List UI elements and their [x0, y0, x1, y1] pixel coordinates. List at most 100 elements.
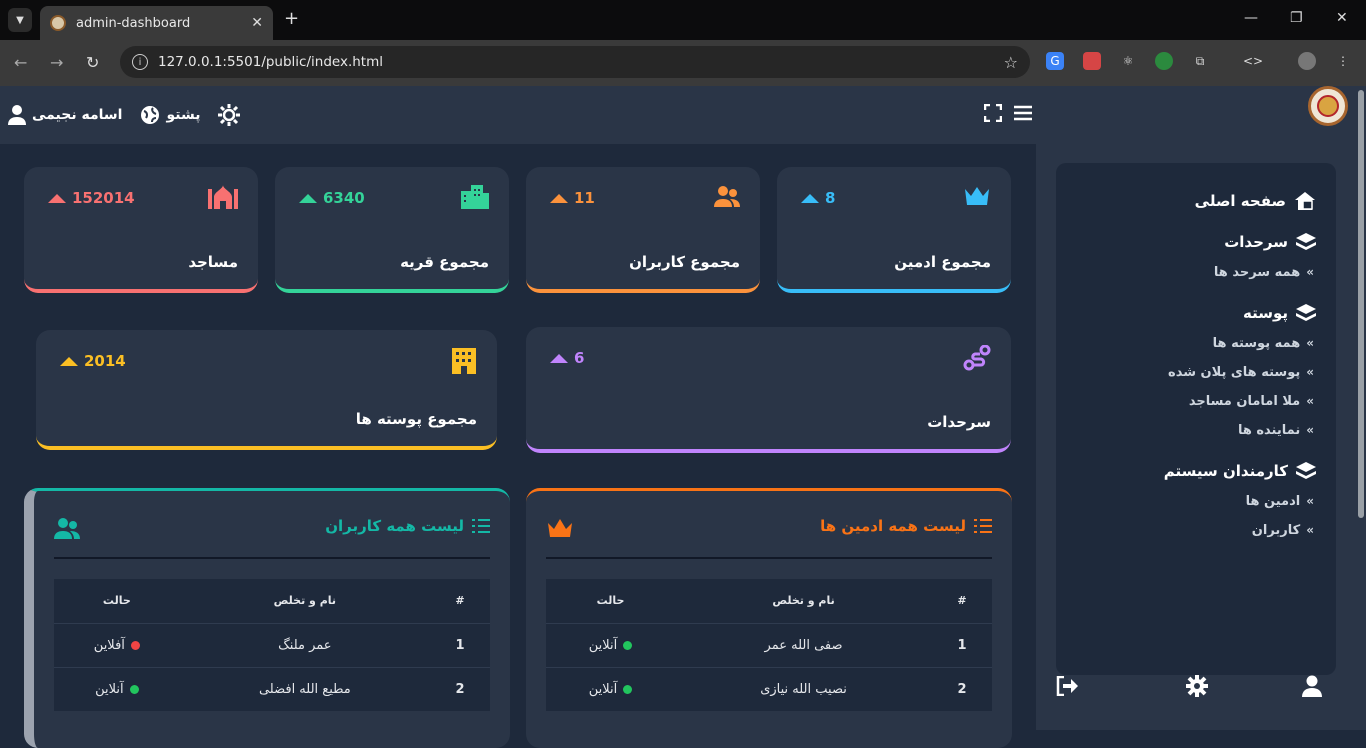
- stat-title: مجموع قریه: [400, 253, 489, 271]
- minimize-icon[interactable]: —: [1244, 10, 1258, 26]
- status-label: آنلاین: [95, 681, 124, 697]
- browser-tab[interactable]: admin-dashboard ✕: [40, 6, 273, 40]
- hamburger-menu-icon[interactable]: [1014, 104, 1032, 122]
- column-header: حالت: [546, 579, 676, 623]
- row-number: 2: [932, 666, 992, 711]
- building-icon: [451, 348, 477, 378]
- table-row[interactable]: 1 عمر ملنگ آفلاین: [54, 622, 490, 667]
- bookmark-star-icon[interactable]: ☆: [1004, 53, 1018, 72]
- page-scrollbar[interactable]: [1356, 86, 1366, 730]
- sidebar-subitem-label: همه پوسته ها: [1212, 336, 1301, 351]
- stat-number: 6: [574, 349, 585, 367]
- stat-number: 152014: [72, 189, 135, 207]
- status-label: آنلاین: [588, 681, 618, 697]
- url-field[interactable]: i 127.0.0.1:5501/public/index.html ☆: [120, 46, 1030, 78]
- fullscreen-icon[interactable]: [984, 104, 1002, 122]
- row-status: آنلاین: [546, 666, 676, 711]
- stat-value: 6340: [299, 189, 365, 207]
- user-profile[interactable]: اسامه نجیمی: [8, 105, 122, 125]
- maximize-icon[interactable]: ❐: [1290, 10, 1303, 26]
- new-tab-button[interactable]: +: [284, 8, 299, 29]
- table-row[interactable]: 2 نصیب الله نیازی آنلاین: [546, 666, 992, 711]
- row-status: آنلاین: [546, 622, 676, 667]
- user-icon[interactable]: [1302, 675, 1322, 697]
- app-root: اسامه نجیمی پشتو صفحه اصلی سرحدات » همه سر…: [0, 86, 1366, 748]
- stat-title: مجموع کاربران: [629, 253, 740, 271]
- list-icon: [472, 519, 490, 533]
- reload-icon[interactable]: ↻: [86, 53, 99, 72]
- address-bar-row: ← → ↻ i 127.0.0.1:5501/public/index.html…: [0, 40, 1366, 86]
- sidebar-section-1[interactable]: پوسته: [1076, 304, 1316, 322]
- translate-extension-icon[interactable]: G: [1046, 52, 1064, 70]
- status-dot-icon: [129, 684, 139, 694]
- row-status: آنلاین: [54, 666, 180, 711]
- sun-icon: [218, 104, 241, 126]
- stat-number: 8: [825, 189, 836, 207]
- sidebar-subitem[interactable]: » پوسته های پلان شده: [1076, 365, 1316, 380]
- profile-avatar-icon[interactable]: [1298, 52, 1316, 70]
- stat-card[interactable]: 2014 مجموع پوسته ها: [36, 330, 497, 450]
- mosque-icon: [208, 185, 238, 213]
- stat-value: 11: [550, 189, 595, 207]
- table-row[interactable]: 1 صفی الله عمر آنلاین: [546, 622, 992, 667]
- trend-up-icon: [801, 193, 819, 203]
- table-row[interactable]: 2 مطیع الله افضلی آنلاین: [54, 666, 490, 711]
- double-chevron-icon: »: [1306, 336, 1314, 350]
- stat-title: مساجد: [188, 253, 238, 271]
- row-number: 1: [932, 622, 992, 667]
- route-icon: [963, 344, 991, 375]
- sidebar-subitem[interactable]: » نماینده ها: [1076, 423, 1316, 438]
- sidebar-subitem-label: کاربران: [1251, 523, 1301, 538]
- users-list-title: لیست همه کاربران: [325, 517, 490, 535]
- stat-number: 2014: [84, 352, 126, 370]
- stat-card[interactable]: 6340 مجموع قریه: [275, 167, 509, 293]
- theme-toggle[interactable]: [218, 104, 241, 126]
- logout-icon[interactable]: [1056, 676, 1078, 696]
- color-extension-icon[interactable]: [1155, 52, 1173, 70]
- stat-value: 2014: [60, 352, 126, 370]
- back-icon[interactable]: ←: [14, 53, 27, 72]
- extensions-puzzle-icon[interactable]: ⧉: [1191, 52, 1209, 70]
- sidebar-subitem[interactable]: » ادمین ها: [1076, 494, 1316, 509]
- tab-search-button[interactable]: ▼: [8, 8, 32, 32]
- double-chevron-icon: »: [1306, 423, 1314, 437]
- stat-value: 6: [550, 349, 584, 367]
- column-header: نام و تخلص: [179, 579, 430, 623]
- stat-card[interactable]: 8 مجموع ادمین: [777, 167, 1011, 293]
- row-name: صفی الله عمر: [675, 622, 932, 667]
- sidebar-section-label: کارمندان سیستم: [1163, 462, 1288, 480]
- stat-card[interactable]: 152014 مساجد: [24, 167, 258, 293]
- forward-icon[interactable]: →: [50, 53, 63, 72]
- sidebar-section-0[interactable]: سرحدات: [1076, 233, 1316, 251]
- browser-menu-icon[interactable]: ⋮: [1334, 52, 1352, 70]
- sidebar-subitem[interactable]: » همه پوسته ها: [1076, 336, 1316, 351]
- sidebar-item-home[interactable]: صفحه اصلی: [1076, 191, 1316, 211]
- sidebar-subitem[interactable]: » کاربران: [1076, 523, 1316, 538]
- sidebar-section-label: سرحدات: [1224, 233, 1288, 251]
- language-label: پشتو: [166, 107, 201, 123]
- users-icon: [54, 518, 80, 539]
- stat-title: مجموع پوسته ها: [355, 410, 477, 428]
- language-switcher[interactable]: پشتو: [140, 105, 200, 125]
- users-icon: [714, 185, 740, 211]
- sidebar-subitem[interactable]: » ملا امامان مساجد: [1076, 394, 1316, 409]
- settings-gear-icon[interactable]: [1186, 675, 1208, 697]
- devtools-code-icon[interactable]: <>: [1243, 52, 1263, 70]
- admins-list-title: لیست همه ادمین ها: [820, 517, 992, 535]
- close-window-icon[interactable]: ✕: [1336, 10, 1348, 26]
- stat-card[interactable]: 11 مجموع کاربران: [526, 167, 760, 293]
- extension-icon[interactable]: [1083, 52, 1101, 70]
- double-chevron-icon: »: [1306, 394, 1314, 408]
- home-icon: [1295, 192, 1315, 210]
- row-name: عمر ملنگ: [179, 622, 430, 667]
- users-list-label: لیست همه کاربران: [325, 517, 464, 535]
- row-name: مطیع الله افضلی: [179, 666, 430, 711]
- react-devtools-icon[interactable]: ⚛: [1119, 52, 1137, 70]
- site-info-icon[interactable]: i: [132, 54, 148, 70]
- tab-title: admin-dashboard: [76, 15, 191, 31]
- sidebar-section-2[interactable]: کارمندان سیستم: [1076, 462, 1316, 480]
- user-icon: [8, 105, 26, 125]
- sidebar-subitem[interactable]: » همه سرحد ها: [1076, 265, 1316, 280]
- close-tab-icon[interactable]: ✕: [251, 15, 263, 31]
- stat-card[interactable]: 6 سرحدات: [526, 327, 1011, 453]
